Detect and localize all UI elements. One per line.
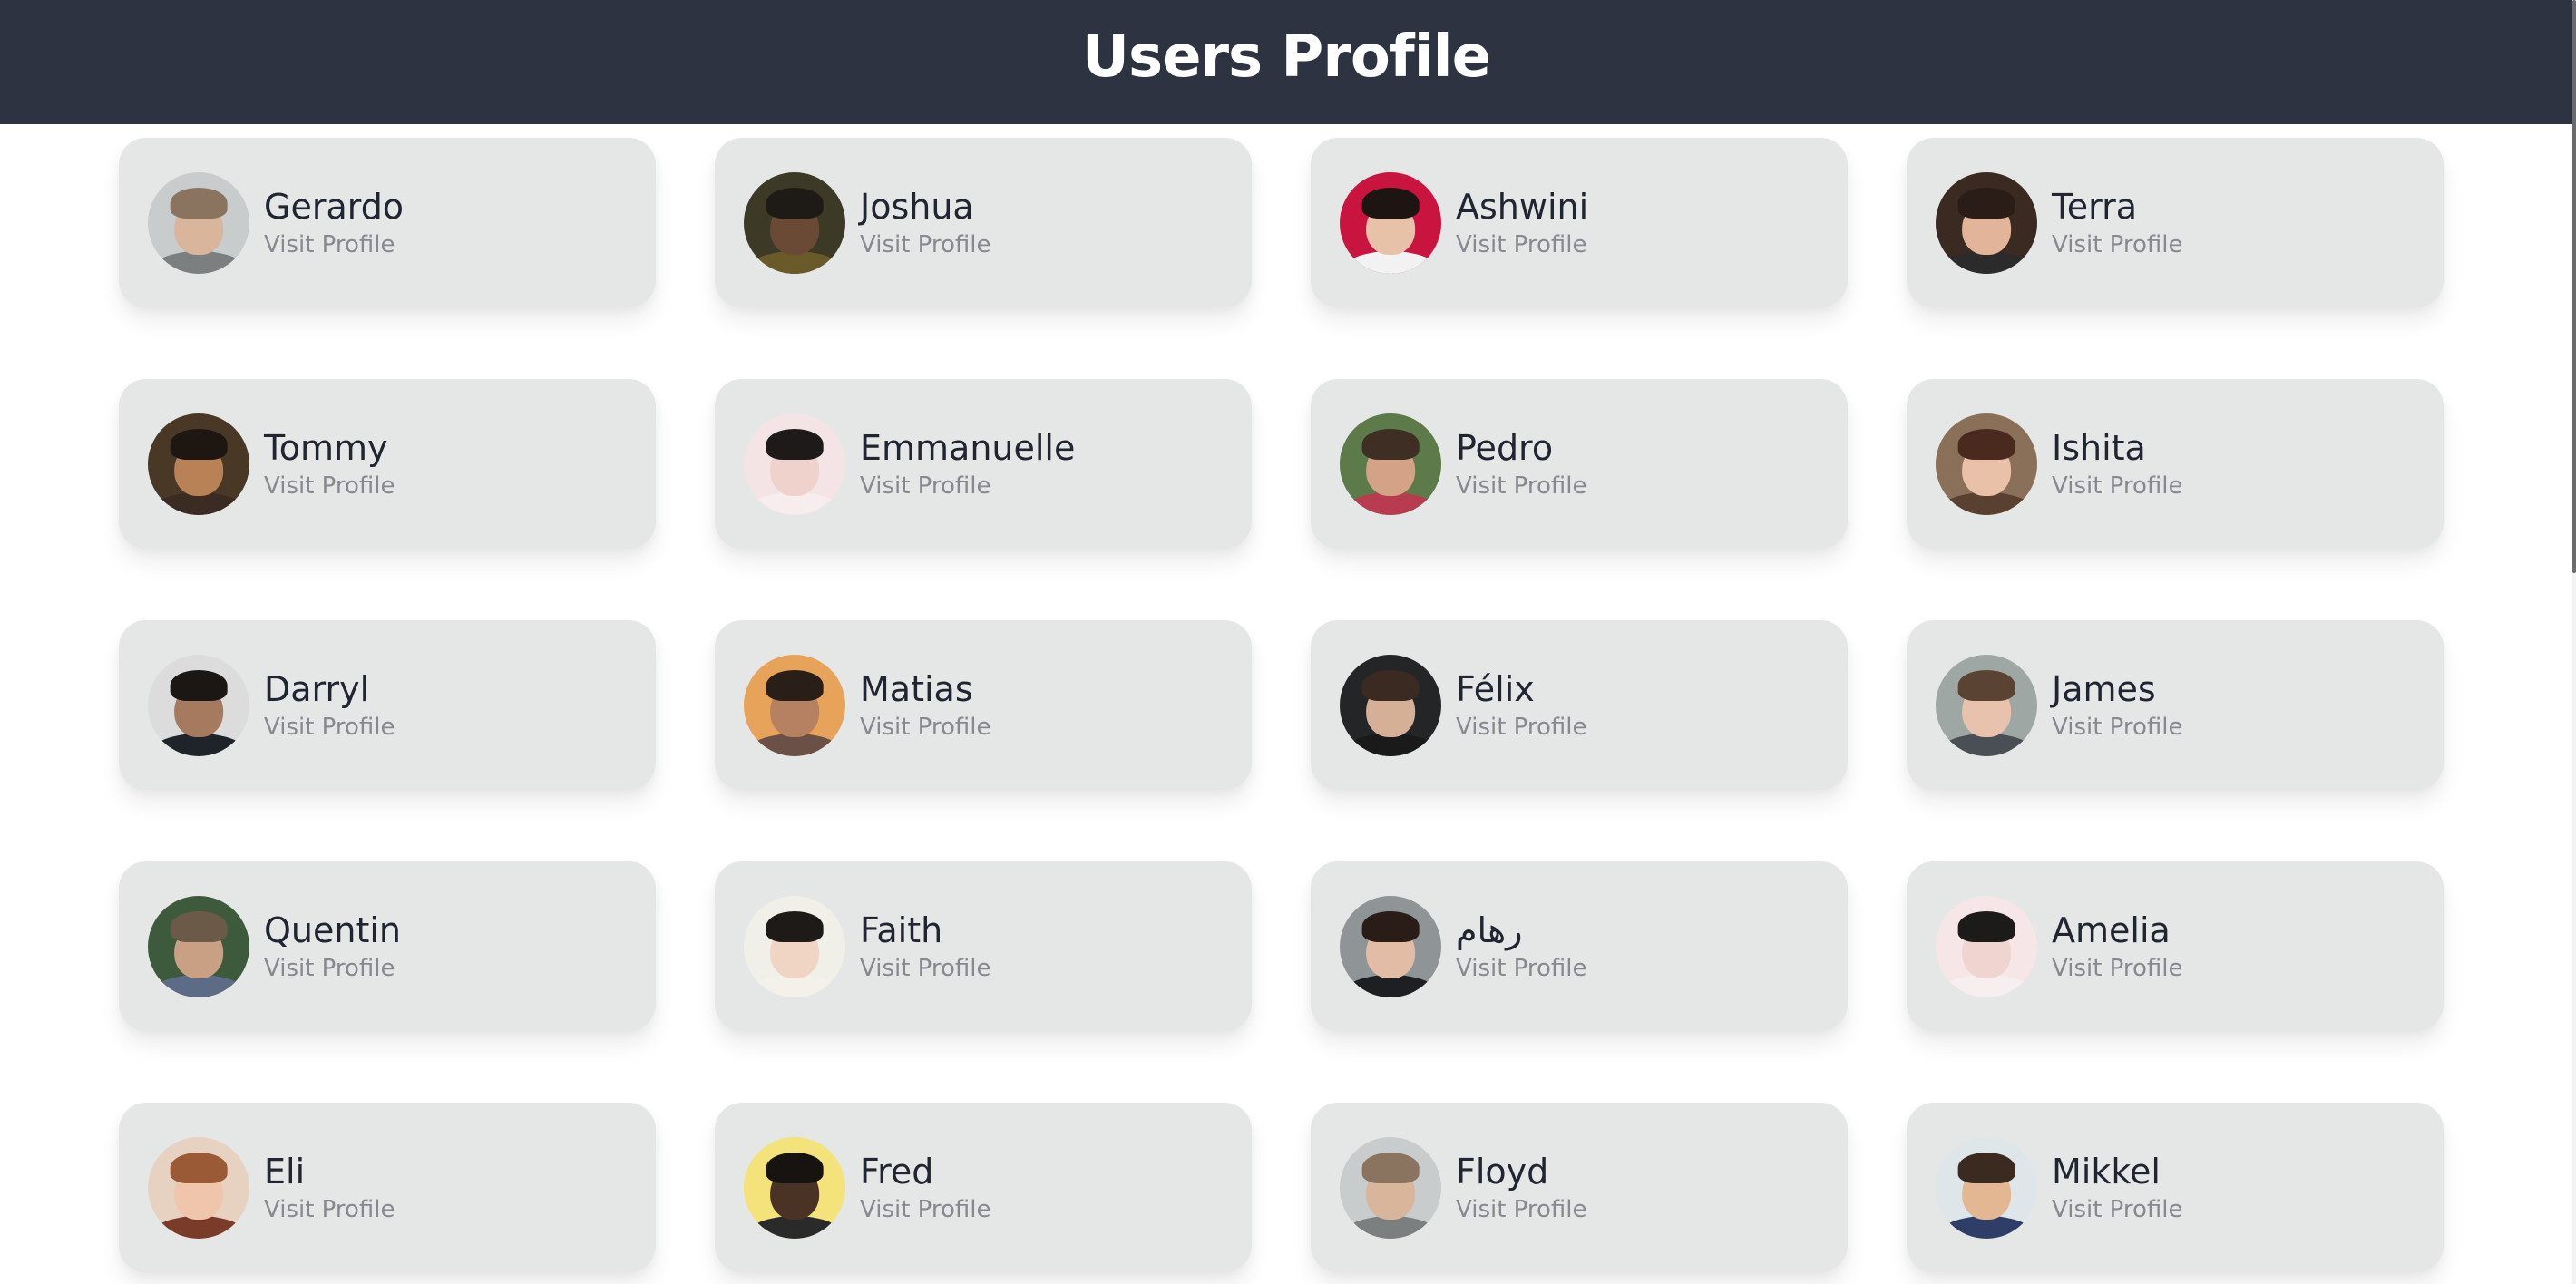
user-avatar (1936, 1136, 2037, 1239)
user-avatar (148, 1136, 249, 1239)
user-name: Floyd (1456, 1151, 1549, 1192)
visit-profile-link[interactable]: Visit Profile (264, 953, 401, 984)
user-avatar (1340, 413, 1441, 515)
user-avatar (1936, 654, 2037, 756)
user-card[interactable]: Tommy Visit Profile (119, 379, 656, 549)
visit-profile-link[interactable]: Visit Profile (860, 712, 991, 743)
visit-profile-link[interactable]: Visit Profile (1456, 1194, 1587, 1225)
visit-profile-link[interactable]: Visit Profile (264, 229, 404, 260)
page-header: Users Profile (0, 0, 2572, 124)
user-avatar (744, 654, 845, 756)
user-avatar (744, 171, 845, 274)
visit-profile-link[interactable]: Visit Profile (1456, 953, 1587, 984)
user-name: Gerardo (264, 186, 405, 227)
user-avatar (1340, 654, 1441, 756)
user-name: Matias (860, 668, 973, 709)
user-name: Joshua (860, 186, 974, 227)
user-card[interactable]: Emmanuelle Visit Profile (715, 379, 1252, 549)
user-avatar (744, 1136, 845, 1239)
scrollbar-track[interactable] (2572, 0, 2576, 1284)
visit-profile-link[interactable]: Visit Profile (264, 1194, 395, 1225)
user-name: Tommy (264, 427, 388, 468)
user-name: James (2052, 668, 2156, 709)
visit-profile-link[interactable]: Visit Profile (264, 712, 395, 743)
user-card[interactable]: Quentin Visit Profile (119, 861, 656, 1031)
visit-profile-link[interactable]: Visit Profile (860, 471, 1075, 501)
visit-profile-link[interactable]: Visit Profile (2052, 229, 2183, 260)
user-avatar (1340, 171, 1441, 274)
user-name: Amelia (2052, 910, 2171, 950)
page: Users Profile Gerardo Visit Profile Joshu… (0, 0, 2576, 1284)
user-avatar (148, 895, 249, 997)
visit-profile-link[interactable]: Visit Profile (264, 471, 395, 501)
visit-profile-link[interactable]: Visit Profile (2052, 953, 2183, 984)
page-title: Users Profile (1082, 23, 1491, 91)
user-card[interactable]: Terra Visit Profile (1907, 138, 2444, 307)
user-avatar (744, 895, 845, 997)
user-card[interactable]: Mikkel Visit Profile (1907, 1103, 2444, 1272)
visit-profile-link[interactable]: Visit Profile (860, 953, 991, 984)
visit-profile-link[interactable]: Visit Profile (1456, 471, 1587, 501)
user-card[interactable]: Amelia Visit Profile (1907, 861, 2444, 1031)
user-grid: Gerardo Visit Profile Joshua Visit Profile… (119, 138, 2444, 1272)
user-name: Darryl (264, 668, 370, 709)
user-avatar (1936, 413, 2037, 515)
user-name: Eli (264, 1151, 306, 1192)
user-name: Faith (860, 910, 943, 950)
user-card[interactable]: رهام Visit Profile (1311, 861, 1848, 1031)
visit-profile-link[interactable]: Visit Profile (1456, 229, 1588, 260)
user-name: Quentin (264, 910, 401, 950)
user-avatar (1936, 171, 2037, 274)
visit-profile-link[interactable]: Visit Profile (1456, 712, 1587, 743)
user-card[interactable]: Eli Visit Profile (119, 1103, 656, 1272)
user-avatar (148, 654, 249, 756)
user-avatar (1936, 895, 2037, 997)
user-avatar (744, 413, 845, 515)
user-card[interactable]: Pedro Visit Profile (1311, 379, 1848, 549)
user-card[interactable]: Ishita Visit Profile (1907, 379, 2444, 549)
user-avatar (1340, 1136, 1441, 1239)
visit-profile-link[interactable]: Visit Profile (2052, 1194, 2183, 1225)
user-avatar (148, 171, 249, 274)
user-name: Terra (2052, 186, 2137, 227)
user-card[interactable]: Darryl Visit Profile (119, 620, 656, 790)
scrollbar-thumb[interactable] (2572, 0, 2576, 573)
user-avatar (1340, 895, 1441, 997)
user-card[interactable]: Ashwini Visit Profile (1311, 138, 1848, 307)
visit-profile-link[interactable]: Visit Profile (860, 229, 991, 260)
user-name: Ashwini (1456, 186, 1589, 227)
user-avatar (148, 413, 249, 515)
user-name: Ishita (2052, 427, 2146, 468)
user-card[interactable]: Fred Visit Profile (715, 1103, 1252, 1272)
user-card[interactable]: Gerardo Visit Profile (119, 138, 656, 307)
user-name: Fred (860, 1151, 934, 1192)
user-card[interactable]: Floyd Visit Profile (1311, 1103, 1848, 1272)
user-name: رهام (1456, 910, 1523, 950)
user-card[interactable]: Matias Visit Profile (715, 620, 1252, 790)
user-card[interactable]: Félix Visit Profile (1311, 620, 1848, 790)
user-card[interactable]: Joshua Visit Profile (715, 138, 1252, 307)
visit-profile-link[interactable]: Visit Profile (860, 1194, 991, 1225)
user-name: Mikkel (2052, 1151, 2161, 1192)
visit-profile-link[interactable]: Visit Profile (2052, 712, 2183, 743)
user-card[interactable]: Faith Visit Profile (715, 861, 1252, 1031)
user-card[interactable]: James Visit Profile (1907, 620, 2444, 790)
visit-profile-link[interactable]: Visit Profile (2052, 471, 2183, 501)
user-name: Félix (1456, 668, 1535, 709)
user-name: Pedro (1456, 427, 1554, 468)
user-name: Emmanuelle (860, 427, 1076, 468)
